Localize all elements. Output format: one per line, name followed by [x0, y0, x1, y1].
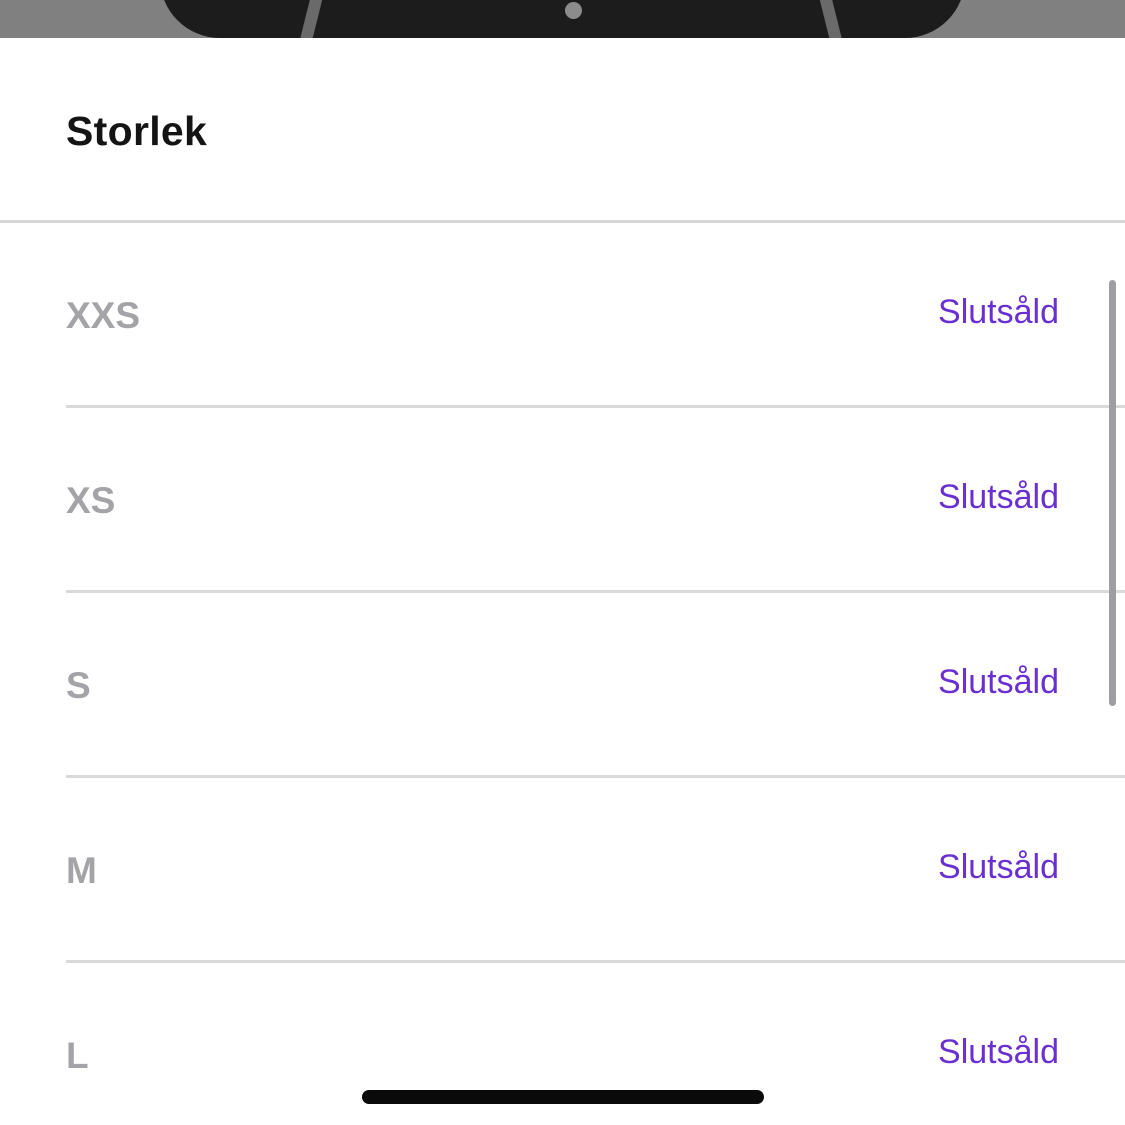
- sold-out-status: Slutsåld: [938, 293, 1059, 331]
- scrollbar[interactable]: [1109, 280, 1116, 706]
- product-image-backdrop[interactable]: [0, 0, 1125, 38]
- size-label: S: [66, 665, 91, 706]
- home-indicator[interactable]: [362, 1090, 764, 1104]
- size-option-m[interactable]: M Slutsåld: [66, 778, 1125, 963]
- size-list: XXS Slutsåld XS Slutsåld S Slutsåld M Sl…: [0, 223, 1125, 1125]
- size-label: M: [66, 850, 97, 891]
- product-garment-image: [160, 0, 965, 38]
- sheet-title: Storlek: [66, 108, 208, 154]
- sold-out-status: Slutsåld: [938, 663, 1059, 701]
- sold-out-status: Slutsåld: [938, 1033, 1059, 1071]
- size-bottom-sheet: Storlek XXS Slutsåld XS Slutsåld S Sluts…: [0, 38, 1125, 1125]
- size-label: XS: [66, 480, 116, 521]
- size-option-xxs[interactable]: XXS Slutsåld: [66, 223, 1125, 408]
- size-label: XXS: [66, 295, 141, 336]
- garment-button: [565, 2, 582, 19]
- sold-out-status: Slutsåld: [938, 478, 1059, 516]
- sold-out-status: Slutsåld: [938, 848, 1059, 886]
- size-option-s[interactable]: S Slutsåld: [66, 593, 1125, 778]
- size-picker-screen: Storlek XXS Slutsåld XS Slutsåld S Sluts…: [0, 0, 1125, 1125]
- size-label: L: [66, 1035, 89, 1076]
- sheet-header: Storlek: [0, 38, 1125, 223]
- size-option-xs[interactable]: XS Slutsåld: [66, 408, 1125, 593]
